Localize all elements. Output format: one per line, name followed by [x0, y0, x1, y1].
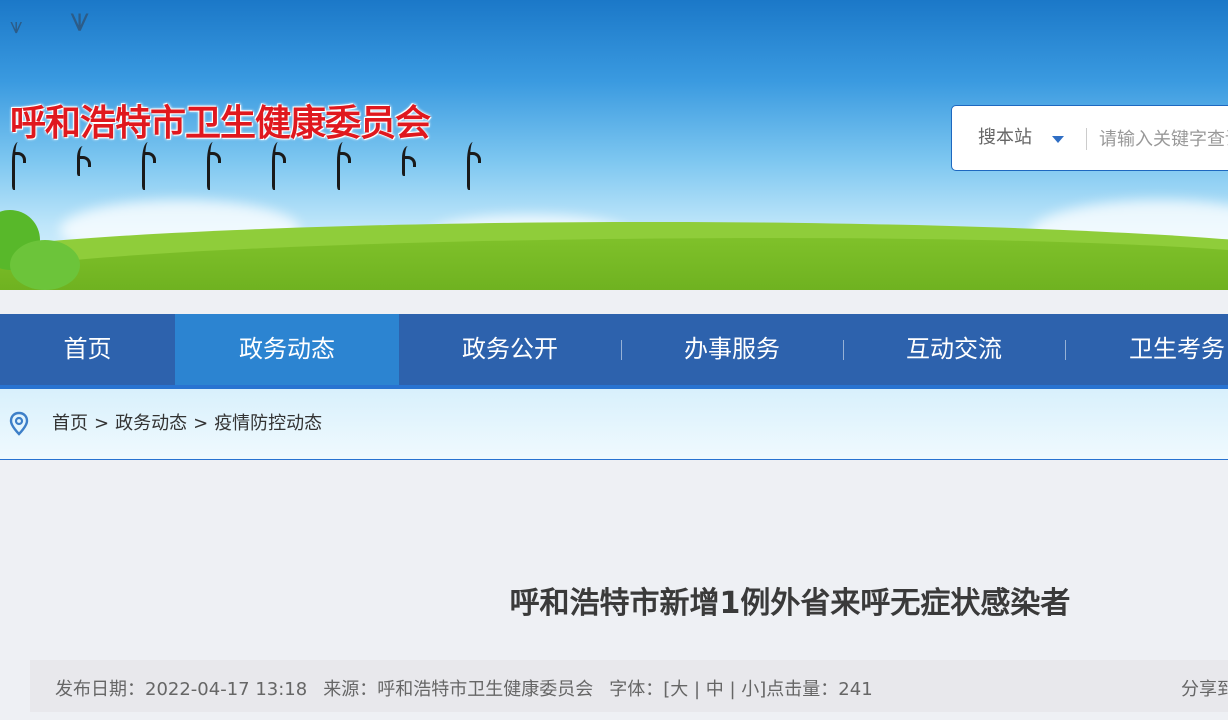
nav-item-health-exams[interactable]: 卫生考务: [1065, 314, 1228, 385]
breadcrumb-bar: 首页 > 政务动态 > 疫情防控动态: [0, 389, 1228, 460]
bird-icon: ⩛: [70, 0, 90, 40]
breadcrumb-separator: >: [94, 413, 110, 434]
nav-item-home[interactable]: 首页: [0, 314, 175, 385]
search-input[interactable]: [1097, 118, 1228, 160]
font-separator: |: [723, 679, 742, 700]
share-label[interactable]: 分享到：: [1181, 660, 1228, 720]
font-size-label: 字体：: [609, 679, 664, 700]
header-banner: ⩛ ⩛ 呼和浩特市卫生健康委员会 搜本站: [0, 0, 1228, 290]
breadcrumb: 首页 > 政务动态 > 疫情防控动态: [52, 389, 322, 459]
main-nav: 首页 政务动态 政务公开 办事服务 互动交流 卫生考务: [0, 314, 1228, 389]
source-value: 呼和浩特市卫生健康委员会: [377, 679, 594, 700]
publish-date: 2022-04-17 13:18: [145, 679, 308, 700]
article-meta-bar: 发布日期：2022-04-17 13:18 来源：呼和浩特市卫生健康委员会 字体：[…: [30, 660, 1228, 712]
nav-item-interaction[interactable]: 互动交流: [843, 314, 1065, 385]
source-label: 来源：: [323, 679, 378, 700]
font-large-button[interactable]: 大: [670, 679, 688, 700]
font-medium-button[interactable]: 中: [706, 679, 724, 700]
nav-item-government-disclosure[interactable]: 政务公开: [399, 314, 621, 385]
bird-icon: ⩛: [10, 14, 23, 39]
site-title: 呼和浩特市卫生健康委员会: [10, 103, 431, 144]
location-pin-icon: [9, 411, 29, 436]
nav-item-government-news[interactable]: 政务动态: [175, 314, 399, 385]
breadcrumb-link-home[interactable]: 首页: [52, 413, 88, 434]
search-scope-dropdown[interactable]: 搜本站: [978, 106, 1032, 170]
article-title: 呼和浩特市新增1例外省来呼无症状感染者: [509, 586, 1071, 621]
publish-date-label: 发布日期：: [55, 679, 145, 700]
mongolian-script-logo: [12, 142, 482, 192]
click-count: 241: [838, 679, 873, 700]
bush-decoration: [10, 240, 80, 290]
search-box: 搜本站: [951, 105, 1228, 171]
clicks-label: 点击量：: [766, 679, 839, 700]
nav-item-services[interactable]: 办事服务: [621, 314, 843, 385]
search-divider: [1086, 128, 1087, 150]
chevron-down-icon[interactable]: [1052, 136, 1064, 143]
font-separator: |: [688, 679, 706, 700]
font-small-button[interactable]: 小: [741, 679, 759, 700]
breadcrumb-separator: >: [193, 413, 209, 434]
article-meta: 发布日期：2022-04-17 13:18 来源：呼和浩特市卫生健康委员会 字体：[…: [55, 660, 873, 720]
breadcrumb-link-government-news[interactable]: 政务动态: [115, 413, 187, 434]
breadcrumb-link-epidemic-news[interactable]: 疫情防控动态: [214, 413, 322, 434]
